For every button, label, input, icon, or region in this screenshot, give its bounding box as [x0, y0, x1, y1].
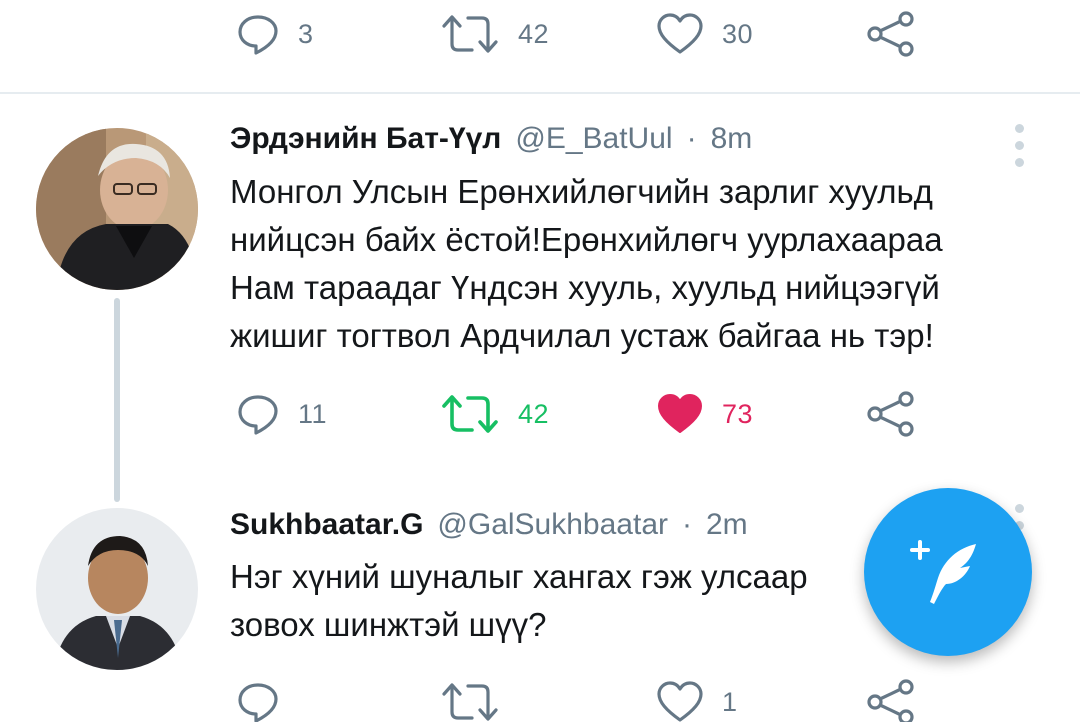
like-button[interactable]: 1	[656, 672, 738, 722]
retweet-button[interactable]	[440, 672, 500, 722]
share-button[interactable]	[866, 4, 916, 64]
tweet-header: Эрдэнийн Бат-Үүл @E_BatUul · 8m	[230, 122, 752, 156]
retweet-icon	[442, 395, 498, 433]
retweet-icon	[442, 15, 498, 53]
tweet-text-line: нийцсэн байх ёстой!Ерөнхийлөгч уурлахаар…	[230, 221, 943, 258]
avatar[interactable]	[36, 128, 198, 290]
reply-button[interactable]: 3	[236, 4, 314, 64]
retweet-button[interactable]: 42	[440, 384, 549, 444]
reply-button[interactable]	[236, 672, 280, 722]
retweet-button[interactable]: 42	[440, 4, 549, 64]
retweet-count: 42	[518, 398, 550, 429]
tweet-header: Sukhbaatar.G @GalSukhbaatar · 2m	[230, 508, 748, 542]
share-button[interactable]	[866, 672, 916, 722]
tweet-actions: 11 42 73	[0, 384, 1080, 444]
tweet-text: Монгол Улсын Ерөнхийлөгчийн зарлиг хууль…	[230, 168, 1050, 360]
timeline: 3 42 30 Эрдэнийн Бат-Үүл @E_BatUul · 8m …	[0, 0, 1080, 722]
previous-tweet-actions: 3 42 30	[0, 4, 1080, 64]
author-name[interactable]: Эрдэнийн Бат-Үүл	[230, 122, 501, 156]
separator: ·	[682, 508, 692, 541]
like-button[interactable]: 30	[656, 4, 753, 64]
author-handle[interactable]: @E_BatUul	[515, 122, 672, 156]
author-handle[interactable]: @GalSukhbaatar	[437, 508, 668, 542]
reply-button[interactable]: 11	[236, 384, 327, 444]
share-button[interactable]	[866, 384, 916, 444]
separator: ·	[686, 122, 697, 155]
retweet-count: 42	[518, 18, 550, 49]
compose-tweet-button[interactable]	[864, 488, 1032, 656]
like-button[interactable]: 73	[656, 384, 753, 444]
share-icon	[867, 391, 914, 437]
like-icon	[658, 394, 702, 433]
reply-count: 3	[298, 18, 314, 49]
tweet-text-line: Монгол Улсын Ерөнхийлөгчийн зарлиг хууль…	[230, 173, 933, 210]
more-icon[interactable]	[1012, 124, 1026, 167]
compose-tweet-icon	[910, 540, 976, 604]
tweet-actions: 1	[0, 672, 1080, 722]
retweet-icon	[442, 683, 498, 721]
like-count: 30	[722, 18, 754, 49]
share-icon	[867, 679, 914, 722]
author-name[interactable]: Sukhbaatar.G	[230, 508, 423, 542]
like-count: 73	[722, 398, 754, 429]
timestamp: 8m	[710, 122, 753, 155]
like-icon	[657, 13, 703, 54]
reply-icon	[238, 15, 278, 55]
share-icon	[867, 11, 914, 57]
timestamp: 2m	[706, 508, 748, 541]
reply-icon	[238, 683, 278, 722]
reply-count: 11	[298, 398, 328, 429]
tweet-text-line: Нам тараадаг Үндсэн хууль, хуульд нийцээ…	[230, 269, 940, 306]
tweet-text-line: жишиг тогтвол Ардчилал устаж байгаа нь т…	[230, 317, 934, 354]
avatar[interactable]	[36, 508, 198, 670]
tweet-divider	[0, 92, 1080, 94]
like-count: 1	[722, 686, 738, 717]
like-icon	[657, 681, 703, 722]
reply-icon	[238, 395, 278, 435]
